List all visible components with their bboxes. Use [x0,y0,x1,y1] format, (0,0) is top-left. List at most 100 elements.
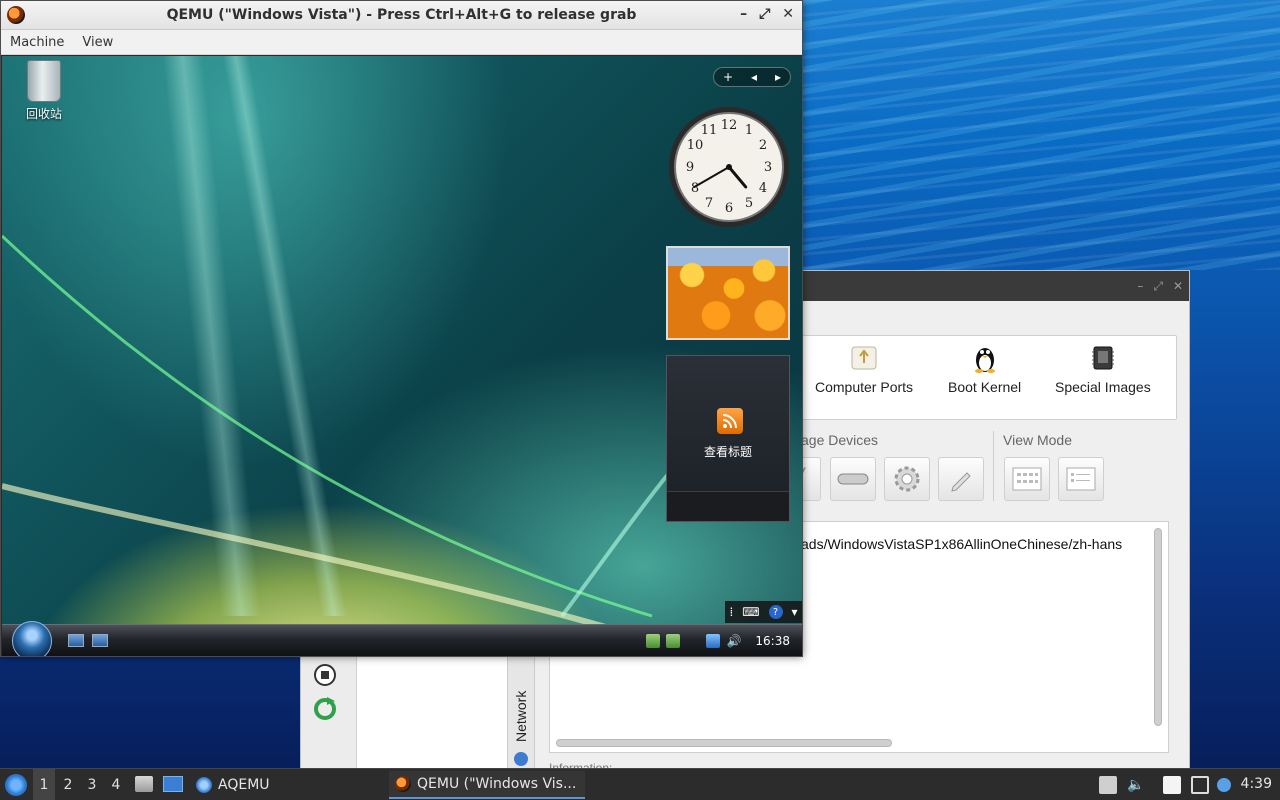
list-view-icon [1066,467,1096,491]
aqemu-icon [196,777,212,793]
qemu-titlebar[interactable]: QEMU ("Windows Vista") - Press Ctrl+Alt+… [1,1,802,30]
options-icon[interactable]: ▾ [791,605,797,619]
rss-icon [717,408,743,434]
prev-gadget-button[interactable]: ◂ [751,70,757,84]
taskbar-task-label: AQEMU [218,777,270,793]
vm-list[interactable] [357,657,507,771]
vm-control-column [301,657,357,771]
icon-view-button[interactable] [1004,457,1050,501]
workspace-3[interactable]: 3 [81,769,103,800]
hdd-icon [837,473,869,485]
svg-text:12: 12 [721,118,738,133]
storage-devices-label: age Devices [801,432,879,448]
sidebar-controls: + ◂ ▸ [713,67,791,87]
workspace-2[interactable]: 2 [57,769,79,800]
pencil-icon [951,472,971,492]
start-menu-button[interactable] [5,774,27,796]
aqemu-window-buttons: – ⤢ ✕ [1137,279,1183,294]
svg-text:5: 5 [745,196,753,211]
file-manager-icon[interactable] [135,776,153,792]
aqemu-close-button[interactable]: ✕ [1173,279,1183,294]
qemu-maximize-button[interactable]: ⤢ [759,6,770,22]
add-gadget-button[interactable]: + [723,70,733,84]
language-bar: ⁞ ⌨ ? ▾ [725,601,802,623]
special-images-label: Special Images [1055,379,1151,395]
svg-text:2: 2 [759,138,767,153]
host-clock[interactable]: 4:39 [1241,776,1272,792]
network-icon[interactable] [706,634,721,648]
network-tab-label: Network [513,690,529,742]
switch-windows-icon[interactable] [92,634,108,647]
network-tab[interactable]: Network [507,657,535,771]
refresh-icon [314,697,336,720]
next-gadget-button[interactable]: ▸ [775,70,781,84]
computer-ports-label: Computer Ports [815,379,914,395]
cdrom-device-button[interactable] [884,457,930,501]
qemu-window: QEMU ("Windows Vista") - Press Ctrl+Alt+… [0,0,803,657]
network-monitor-icon[interactable] [1191,776,1209,794]
vista-start-orb[interactable] [12,621,52,656]
svg-text:9: 9 [686,160,694,175]
qemu-menubar: Machine View [1,30,802,55]
svg-text:1: 1 [745,123,753,138]
drag-handle-icon[interactable]: ⁞ [729,605,733,619]
menu-view[interactable]: View [73,35,122,50]
edit-device-button[interactable] [938,457,984,501]
workspace-1[interactable]: 1 [33,769,55,800]
qemu-close-button[interactable]: ✕ [782,6,794,22]
taskbar-task-aqemu[interactable]: AQEMU [190,771,276,799]
clipboard-icon[interactable] [1163,776,1181,794]
reset-vm-button[interactable] [313,697,337,725]
recycle-bin-label: 回收站 [25,107,62,121]
volume-icon[interactable]: 🔊 [726,634,741,648]
svg-text:7: 7 [705,196,713,211]
notification-icon[interactable] [1217,778,1231,792]
stop-vm-button[interactable] [313,663,337,691]
aqemu-maximize-button[interactable]: ⤢ [1153,279,1163,294]
windows-update-icon[interactable] [666,634,681,648]
usb-icon [849,343,879,373]
menu-machine[interactable]: Machine [1,35,73,50]
taskbar-task-qemu[interactable]: QEMU ("Windows Vis... [389,771,585,799]
workspace-4[interactable]: 4 [105,769,127,800]
eject-icon[interactable] [1099,776,1117,794]
clock-gadget[interactable]: 12 12 345 678 91011 [666,104,792,230]
boot-kernel-item[interactable]: Boot Kernel [948,343,1021,395]
slideshow-gadget[interactable] [666,246,790,340]
feed-headlines-gadget[interactable]: 查看标题 [666,355,790,522]
tux-icon [970,343,1000,373]
show-desktop-icon[interactable] [68,634,84,647]
security-center-icon[interactable] [646,634,661,648]
section-divider [993,431,994,501]
image-path-text: ads/WindowsVistaSP1x86AllinOneChinese/zh… [801,536,1123,552]
svg-text:3: 3 [764,160,772,175]
hdd-device-button[interactable] [830,457,876,501]
volume-icon[interactable]: 🔈 [1127,776,1145,794]
desktop-wallpaper [800,0,1280,270]
vista-taskbar: 🔊 16:38 [2,621,802,656]
globe-icon [514,752,528,766]
keyboard-icon[interactable]: ⌨ [742,605,759,619]
horizontal-scrollbar[interactable] [556,739,892,747]
computer-ports-item[interactable]: Computer Ports [815,343,913,395]
help-icon[interactable]: ? [768,605,783,619]
taskbar-task-label: QEMU ("Windows Vis... [417,776,577,792]
aqemu-minimize-button[interactable]: – [1137,279,1143,294]
special-images-item[interactable]: Special Images [1055,343,1151,395]
view-mode-label: View Mode [1003,432,1073,448]
qemu-window-title: QEMU ("Windows Vista") - Press Ctrl+Alt+… [166,7,637,23]
qemu-icon [395,776,411,792]
recycle-bin[interactable]: 回收站 [22,60,66,122]
vista-clock[interactable]: 16:38 [755,634,790,648]
qemu-window-buttons: – ⤢ ✕ [740,6,794,22]
show-desktop-icon[interactable] [163,776,183,792]
vista-system-tray: 🔊 16:38 [638,625,802,656]
list-view-button[interactable] [1058,457,1104,501]
vertical-scrollbar[interactable] [1154,528,1162,726]
svg-text:10: 10 [687,138,704,153]
svg-text:4: 4 [759,181,767,196]
view-headlines-link[interactable]: 查看标题 [667,443,789,460]
vista-guest-screen[interactable]: 回收站 + ◂ ▸ 12 1 2 345 678 9 10 11 查看标题 ⁞ … [2,56,802,656]
qemu-minimize-button[interactable]: – [740,6,747,22]
grid-view-icon [1012,467,1042,491]
